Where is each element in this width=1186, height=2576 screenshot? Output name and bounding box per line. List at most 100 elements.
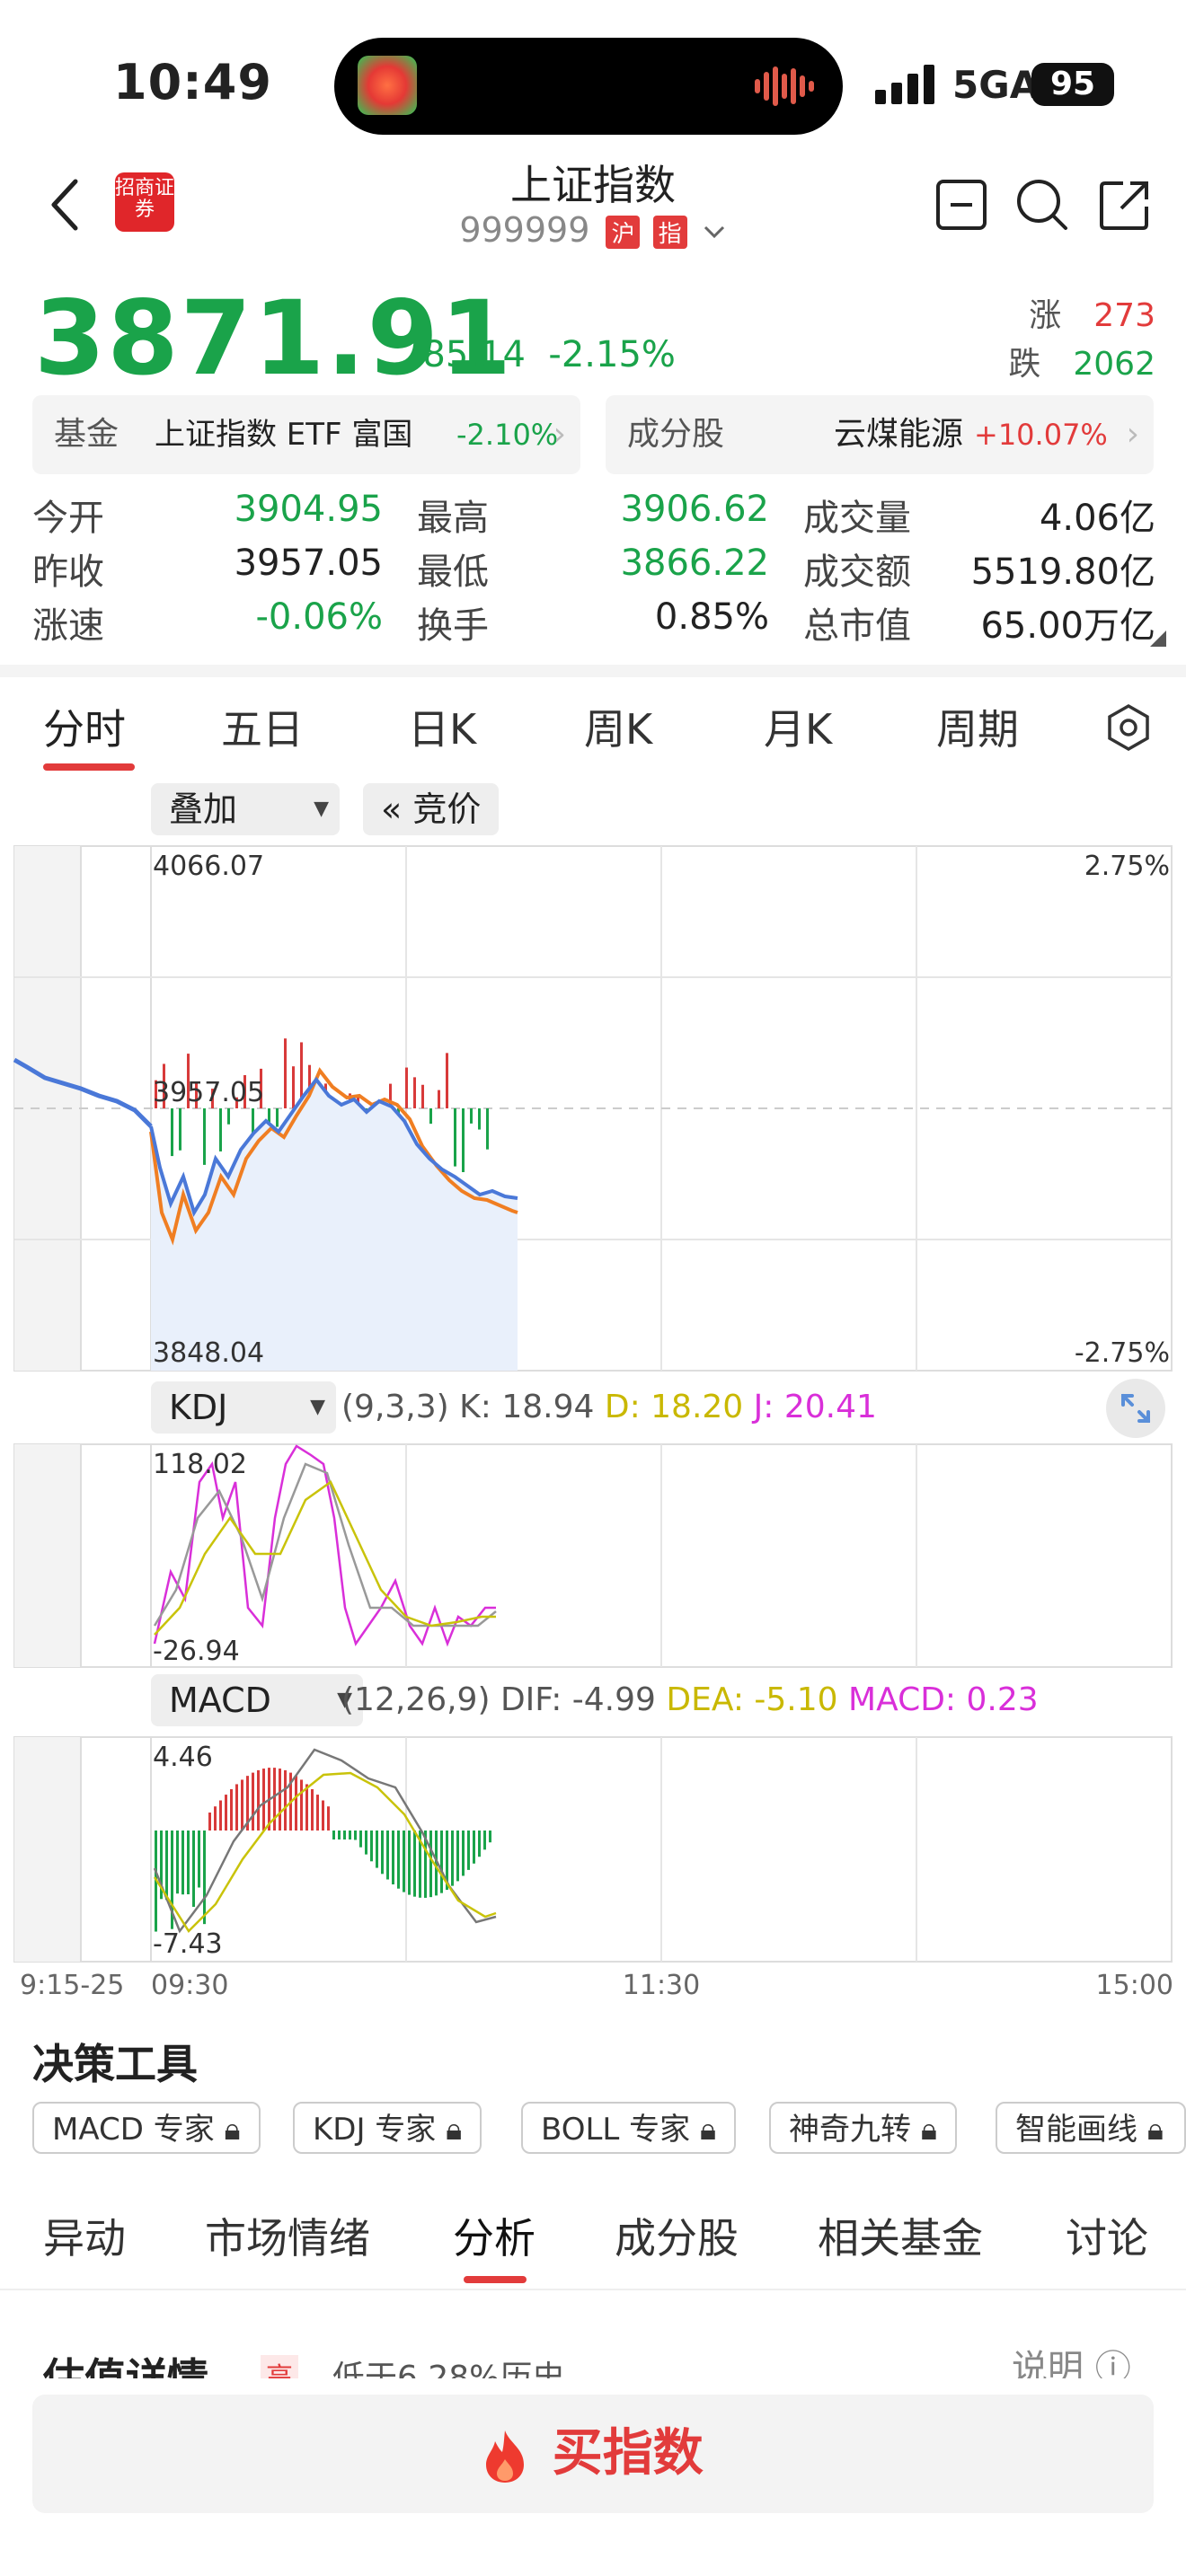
section-divider <box>0 665 1186 677</box>
tab-weekly-k[interactable]: 周K <box>584 697 652 756</box>
tab-movements[interactable]: 异动 <box>43 2206 126 2265</box>
tool-boll-expert[interactable]: BOLL 专家 🔒︎ <box>521 2102 736 2154</box>
related-fund-pill[interactable]: 基金 上证指数 ETF 富国 -2.10% › <box>32 395 580 474</box>
macd-bar <box>456 1831 459 1881</box>
tool-macd-expert[interactable]: MACD 专家 🔒︎ <box>32 2102 261 2154</box>
macd-bar <box>467 1831 470 1870</box>
volume-bar <box>454 1108 456 1167</box>
component-stock-pill[interactable]: 成分股 云煤能源 +10.07% › <box>606 395 1154 474</box>
decliners: 跌 2062 <box>1008 338 1155 384</box>
macd-bar <box>284 1770 287 1831</box>
caret-down-icon: ▼ <box>310 1381 325 1434</box>
type-tag: 指 <box>653 216 687 249</box>
change-value: -85.14 <box>410 334 526 375</box>
macd-bar <box>241 1779 243 1831</box>
kdj-d-line <box>155 1482 496 1635</box>
macd-bar <box>208 1813 211 1831</box>
page-title: 上证指数 <box>0 153 1186 212</box>
macd-bar <box>365 1831 367 1855</box>
macd-bar <box>440 1831 443 1893</box>
macd-bar <box>376 1831 378 1868</box>
caret-down-icon: ▼ <box>314 783 329 835</box>
search-icon[interactable] <box>1013 176 1071 234</box>
minimize-icon[interactable] <box>934 178 988 232</box>
overlay-dropdown[interactable]: 叠加 ▼ <box>151 783 340 835</box>
tab-period[interactable]: 周期 <box>936 697 1019 756</box>
price-change: -85.14 -2.15% <box>410 334 676 375</box>
macd-bar <box>279 1769 281 1831</box>
lock-icon: 🔒︎ <box>700 2112 716 2148</box>
kdj-values: (9,3,3) K: 18.94 D: 18.20 J: 20.41 <box>341 1389 877 1425</box>
advancers: 涨 273 <box>1029 289 1155 336</box>
network-type: 5GA <box>952 63 1039 107</box>
stat-value: 3904.95 <box>235 489 383 530</box>
volume-bar <box>203 1108 206 1165</box>
settings-icon[interactable] <box>1102 701 1155 754</box>
volume-bar <box>276 1108 279 1127</box>
macd-bar <box>257 1770 260 1831</box>
stat-label: 总市值 <box>803 596 911 648</box>
expand-corner-icon[interactable] <box>1150 631 1166 647</box>
macd-bar <box>187 1831 190 1894</box>
macd-bar <box>451 1831 454 1886</box>
volume-bar <box>227 1108 230 1125</box>
stat-value: -0.06% <box>255 596 383 638</box>
volume-bar <box>438 1090 440 1108</box>
macd-bar <box>198 1831 200 1887</box>
buy-index-button[interactable]: 买指数 <box>32 2395 1154 2513</box>
tab-discussion[interactable]: 讨论 <box>1066 2206 1148 2265</box>
tab-analysis[interactable]: 分析 <box>453 2206 535 2265</box>
auction-toggle[interactable]: « 竞价 <box>363 783 499 835</box>
macd-bar <box>214 1806 217 1831</box>
tool-smart-draw[interactable]: 智能画线 🔒︎ <box>996 2102 1186 2154</box>
volume-bar <box>171 1108 173 1156</box>
info-icon: ⓘ <box>1095 2348 1131 2378</box>
stat-label: 成交量 <box>803 489 911 541</box>
macd-bar <box>462 1831 465 1875</box>
tab-five-day[interactable]: 五日 <box>221 697 304 756</box>
chevron-right-icon: › <box>553 395 566 474</box>
volume-bar <box>429 1108 432 1124</box>
lock-icon: 🔒︎ <box>1147 2112 1164 2148</box>
valuation-explain-link[interactable]: 说明 ⓘ <box>1012 2339 1131 2378</box>
tab-sentiment[interactable]: 市场情绪 <box>205 2206 370 2265</box>
tab-components[interactable]: 成分股 <box>615 2206 739 2265</box>
macd-bar <box>311 1789 314 1831</box>
tab-monthly-k[interactable]: 月K <box>764 697 832 756</box>
tool-magic-nine[interactable]: 神奇九转 🔒︎ <box>769 2102 957 2154</box>
macd-bar <box>343 1831 346 1839</box>
macd-bar <box>181 1831 184 1894</box>
macd-bar <box>349 1831 351 1839</box>
tab-intraday[interactable]: 分时 <box>43 697 126 756</box>
tool-kdj-expert[interactable]: KDJ 专家 🔒︎ <box>293 2102 482 2154</box>
macd-dropdown[interactable]: MACD ▼ <box>151 1674 363 1726</box>
volume-bar <box>486 1108 489 1150</box>
tab-daily-k[interactable]: 日K <box>408 697 476 756</box>
y-mid-label: 3957.05 <box>153 1077 264 1108</box>
y-max-label: 4066.07 <box>153 851 264 882</box>
macd-bar <box>489 1831 491 1842</box>
x-label-midday: 11:30 <box>623 1970 700 2001</box>
macd-bar <box>305 1784 308 1831</box>
stat-label: 成交额 <box>803 543 911 595</box>
macd-bar <box>192 1831 195 1907</box>
index-code-selector[interactable]: 999999 沪 指 <box>0 210 1186 250</box>
macd-bar <box>203 1831 206 1924</box>
pct-min-label: -2.75% <box>1075 1337 1170 1369</box>
stat-label: 最低 <box>417 543 489 595</box>
macd-bar <box>225 1795 227 1831</box>
macd-bar <box>230 1789 233 1831</box>
macd-bar <box>478 1831 481 1857</box>
now-playing-artwork[interactable] <box>358 56 417 115</box>
fullscreen-icon[interactable] <box>1105 1378 1166 1439</box>
kdj-dropdown[interactable]: KDJ ▼ <box>151 1381 336 1434</box>
macd-bar <box>397 1831 400 1889</box>
macd-bar <box>235 1784 238 1831</box>
index-code: 999999 <box>459 210 589 250</box>
volume-bar <box>219 1108 222 1151</box>
macd-bar <box>300 1779 303 1831</box>
share-icon[interactable] <box>1096 176 1154 234</box>
macd-bar <box>273 1768 276 1831</box>
macd-bar <box>219 1801 222 1831</box>
tab-related-funds[interactable]: 相关基金 <box>818 2206 983 2265</box>
